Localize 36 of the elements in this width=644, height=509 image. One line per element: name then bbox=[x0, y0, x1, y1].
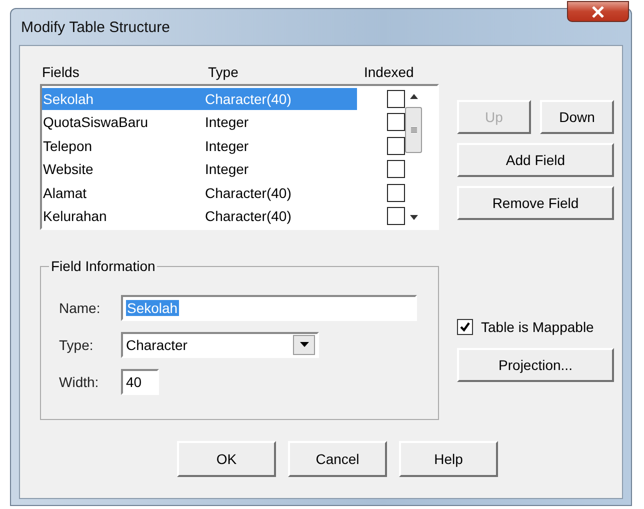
scroll-thumb[interactable] bbox=[405, 107, 422, 153]
type-label: Type: bbox=[59, 336, 94, 352]
list-row[interactable]: Alamat Character(40) bbox=[42, 182, 357, 204]
width-label: Width: bbox=[59, 374, 100, 390]
indexed-checkbox[interactable] bbox=[387, 160, 405, 178]
dropdown-arrow-icon bbox=[300, 342, 308, 347]
window-title: Modify Table Structure bbox=[21, 18, 170, 36]
width-field[interactable]: 40 bbox=[121, 368, 159, 394]
name-label: Name: bbox=[59, 300, 102, 316]
projection-button[interactable]: Projection... bbox=[457, 348, 614, 382]
mappable-checkbox[interactable] bbox=[457, 319, 473, 335]
dialog-button[interactable]: Help bbox=[399, 441, 498, 477]
type-dropdown[interactable]: Character bbox=[121, 332, 319, 358]
dialog-button[interactable]: OK bbox=[177, 441, 276, 477]
field-button[interactable]: Add Field bbox=[457, 143, 614, 177]
indexed-checkbox[interactable] bbox=[387, 207, 405, 226]
list-row[interactable]: Kelurahan Character(40) bbox=[42, 205, 357, 228]
move-button[interactable]: Down bbox=[540, 100, 614, 134]
indexed-checkbox[interactable] bbox=[387, 184, 405, 202]
field-button[interactable]: Remove Field bbox=[457, 186, 614, 220]
scroll-down-icon[interactable] bbox=[410, 215, 418, 220]
list-row[interactable]: Website Integer bbox=[42, 158, 357, 180]
indexed-checkbox[interactable] bbox=[387, 113, 405, 132]
column-header: Fields bbox=[41, 64, 80, 80]
column-header: Type bbox=[208, 64, 240, 80]
dialog-button[interactable]: Cancel bbox=[288, 441, 387, 477]
column-header: Indexed bbox=[364, 64, 414, 80]
scroll-up-icon[interactable] bbox=[410, 94, 418, 99]
indexed-checkbox[interactable] bbox=[387, 136, 405, 155]
close-icon bbox=[591, 6, 605, 18]
list-row[interactable]: Telepon Integer bbox=[42, 134, 357, 157]
indexed-checkbox[interactable] bbox=[387, 90, 405, 108]
close-button[interactable] bbox=[567, 1, 629, 22]
list-row[interactable]: QuotaSiswaBaru Integer bbox=[42, 111, 357, 134]
mappable-label: Table is Mappable bbox=[481, 319, 594, 335]
group-title: Field Information bbox=[49, 258, 158, 274]
